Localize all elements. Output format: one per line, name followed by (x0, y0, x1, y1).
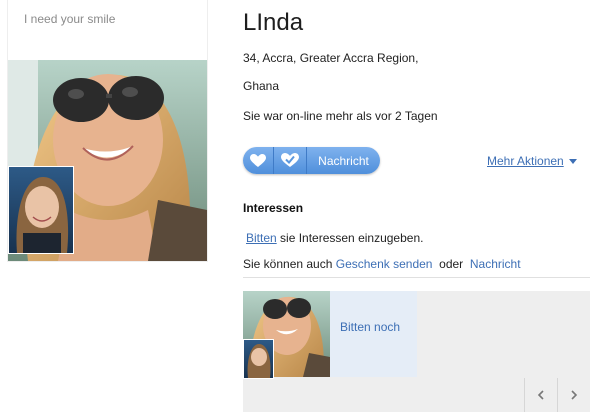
chevron-left-icon (537, 390, 544, 400)
age-location: 34, Accra, Greater Accra Region, (243, 51, 419, 65)
country: Ghana (243, 79, 280, 93)
gallery-thumbnail[interactable] (243, 339, 274, 379)
profile-photo-card: I need your smile (7, 0, 208, 262)
request-more-photos-panel[interactable]: Bitten noch (330, 291, 417, 377)
more-actions-dropdown[interactable]: Mehr Aktionen (487, 154, 577, 168)
next-button[interactable] (557, 378, 590, 412)
ask-interests-link[interactable]: Bitten (246, 231, 277, 245)
favorite-button[interactable] (274, 147, 307, 174)
heart-icon (250, 153, 266, 167)
alternative-actions-line: Sie können auch Geschenk senden oder Nac… (243, 257, 521, 271)
profile-name: LInda (243, 9, 304, 36)
last-online-status: Sie war on-line mehr als vor 2 Tagen (243, 109, 438, 123)
action-button-group: Nachricht (243, 147, 380, 174)
prev-button[interactable] (524, 378, 557, 412)
interests-request-line: Bitten sie Interessen einzugeben. (246, 231, 423, 245)
message-button[interactable]: Nachricht (307, 147, 380, 174)
more-actions-label: Mehr Aktionen (487, 154, 564, 168)
photo-gallery: Bitten noch (243, 291, 590, 412)
status-message: I need your smile (24, 12, 116, 26)
message-link[interactable]: Nachricht (470, 257, 521, 271)
heart-check-icon (281, 153, 299, 167)
secondary-profile-thumbnail[interactable] (8, 166, 74, 254)
caret-down-icon (568, 158, 577, 164)
like-button[interactable] (243, 147, 274, 174)
or-text: oder (439, 257, 464, 271)
request-more-label: Bitten noch (340, 320, 401, 334)
alt-prefix-text: Sie können auch (243, 257, 336, 271)
gallery-pager (524, 378, 590, 412)
ask-interests-text: sie Interessen einzugeben. (276, 231, 424, 245)
send-gift-link[interactable]: Geschenk senden (336, 257, 433, 271)
chevron-right-icon (571, 390, 578, 400)
divider (243, 277, 590, 278)
interests-heading: Interessen (243, 201, 304, 215)
